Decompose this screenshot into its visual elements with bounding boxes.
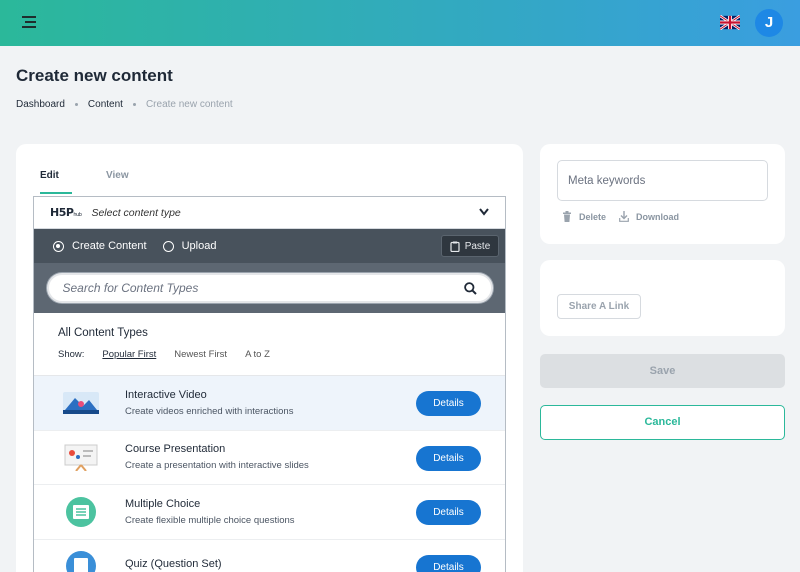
tab-view[interactable]: View	[106, 170, 129, 194]
meta-card: Delete Download	[540, 144, 785, 244]
list-item[interactable]: Course Presentation Create a presentatio…	[34, 431, 505, 485]
top-bar: J	[0, 0, 800, 46]
item-title: Course Presentation	[125, 443, 226, 456]
cancel-button[interactable]: Cancel	[540, 405, 785, 440]
content-types-header: All Content Types Show: Popular First Ne…	[34, 313, 505, 376]
item-title: Multiple Choice	[125, 497, 201, 510]
question-set-icon	[63, 551, 99, 572]
item-title: Interactive Video	[125, 388, 207, 401]
search-icon[interactable]	[463, 282, 477, 295]
radio-dot-selected	[53, 240, 64, 252]
radio-label: Create Content	[72, 240, 147, 252]
selector-placeholder: Select content type	[91, 206, 181, 219]
page-title: Create new content	[16, 66, 173, 85]
h5p-hub-logo: H5Phub	[50, 206, 82, 219]
sort-a-to-z[interactable]: A to Z	[245, 349, 270, 360]
sort-newest-first[interactable]: Newest First	[174, 349, 227, 360]
trash-icon	[563, 211, 571, 222]
details-button[interactable]: Details	[416, 554, 481, 572]
h5p-hub: H5Phub Select content type Create Conten…	[33, 196, 506, 572]
radio-upload[interactable]: Upload	[162, 240, 217, 252]
details-button[interactable]: Details	[416, 391, 481, 416]
hamburger-menu-icon[interactable]	[22, 16, 36, 28]
clipboard-icon	[450, 241, 460, 252]
download-icon	[619, 211, 629, 222]
breadcrumb-separator	[132, 103, 136, 106]
logo-main: H5P	[50, 206, 74, 219]
breadcrumb-separator	[74, 103, 78, 106]
download-label: Download	[636, 211, 680, 222]
details-button[interactable]: Details	[416, 445, 481, 471]
mode-bar: Create Content Upload Paste	[34, 229, 505, 263]
logo-sub: hub	[73, 212, 82, 218]
user-avatar[interactable]: J	[755, 9, 783, 37]
details-button[interactable]: Details	[416, 500, 481, 525]
item-description: Create a presentation with interactive s…	[125, 460, 309, 472]
item-description: Create flexible multiple choice question…	[125, 514, 295, 526]
meta-keywords-input[interactable]	[557, 160, 768, 201]
search-input[interactable]	[62, 281, 443, 295]
course-presentation-icon	[63, 442, 99, 472]
delete-label: Delete	[579, 211, 607, 222]
list-item[interactable]: Interactive Video Create videos enriched…	[34, 376, 505, 431]
chevron-down-icon[interactable]	[479, 208, 489, 216]
list-item[interactable]: Quiz (Question Set) Details	[34, 540, 505, 572]
multiple-choice-icon	[63, 496, 99, 527]
content-type-selector[interactable]: H5Phub Select content type	[34, 197, 505, 229]
radio-dot	[162, 240, 174, 252]
radio-create-content[interactable]: Create Content	[53, 240, 147, 252]
breadcrumb-content[interactable]: Content	[88, 99, 123, 110]
breadcrumb-dashboard[interactable]: Dashboard	[16, 99, 65, 110]
tab-edit[interactable]: Edit	[40, 170, 72, 194]
breadcrumb-current: Create new content	[145, 99, 233, 110]
editor-card: Edit View H5Phub Select content type Cre…	[16, 144, 523, 572]
content-types-title: All Content Types	[58, 327, 148, 339]
sort-popular-first[interactable]: Popular First	[102, 349, 156, 360]
show-label: Show:	[58, 349, 85, 360]
editor-tabs: Edit View	[40, 170, 163, 194]
item-description: Create videos enriched with interactions	[125, 405, 294, 417]
share-link-button[interactable]: Share A Link	[557, 294, 641, 319]
item-title: Quiz (Question Set)	[125, 557, 222, 570]
list-item[interactable]: Multiple Choice Create flexible multiple…	[34, 485, 505, 540]
file-actions: Delete Download	[562, 211, 692, 222]
sort-options: Show: Popular First Newest First A to Z	[58, 349, 505, 360]
breadcrumb: Dashboard Content Create new content	[16, 99, 233, 110]
paste-label: Paste	[464, 240, 491, 252]
delete-button[interactable]: Delete	[562, 211, 606, 222]
share-card: Share A Link	[540, 260, 785, 336]
content-type-list: Interactive Video Create videos enriched…	[34, 376, 505, 572]
radio-label: Upload	[181, 240, 217, 252]
save-button[interactable]: Save	[540, 354, 785, 388]
paste-button[interactable]: Paste	[441, 235, 499, 257]
interactive-video-icon	[63, 388, 99, 418]
uk-flag-icon[interactable]	[720, 15, 740, 30]
search-zone	[34, 263, 505, 313]
search-box	[46, 273, 493, 303]
download-button[interactable]: Download	[619, 211, 679, 222]
